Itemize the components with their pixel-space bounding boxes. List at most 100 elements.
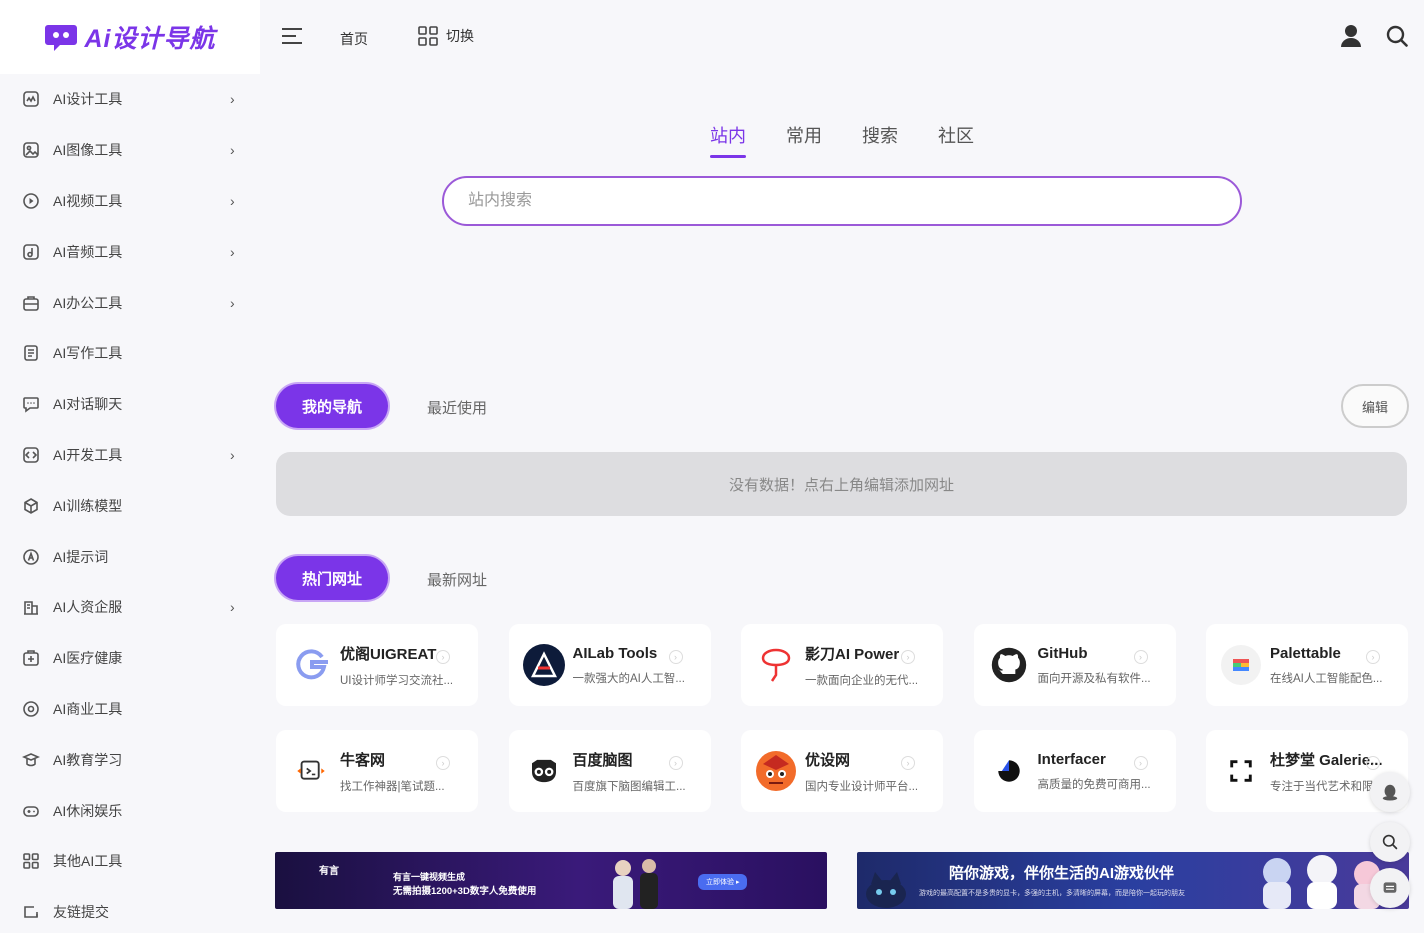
business-icon [22,700,40,718]
sidebar-item[interactable]: AI设计工具 › [0,74,260,125]
uigreat-logo [290,644,332,686]
banner-brand: 有言 [319,866,339,877]
arrow-right-circle-icon[interactable]: › [436,650,450,664]
sidebar-item-label: AI写作工具 [53,345,123,362]
arrow-right-circle-icon[interactable]: › [436,756,450,770]
search-tab[interactable]: 社区 [938,122,974,148]
tab-hot-sites[interactable]: 热门网址 [276,556,388,600]
sidebar-item-label: AI音频工具 [53,243,123,260]
site-card[interactable]: AILab Tools 一款强大的AI人工智... › [508,624,711,706]
banner-cta-button[interactable]: 立即体验 ▸ [698,874,748,890]
model-icon [22,497,40,515]
arrow-right-circle-icon[interactable]: › [668,650,683,664]
sidebar-menu: AI设计工具 › AI图像工具 › AI视频工具 › AI音频工具 › AI办公工具 › AI写作工… [0,74,260,933]
palettable-logo [1220,644,1262,686]
ad-banner-youyan[interactable]: 有言 有言一键视频生成 无需拍摄1200+3D数字人免费使用 立即体验 ▸ [275,852,827,909]
tab-my-nav[interactable]: 我的导航 [276,384,388,428]
arrow-right-circle-icon[interactable]: › [1366,650,1380,664]
chevron-right-icon: › [230,91,235,108]
sidebar-item[interactable]: AI音频工具 › [0,226,260,277]
site-card-desc: 高质量的免费可商用... [1037,778,1151,791]
video-icon [22,192,40,210]
arrow-right-circle-icon[interactable]: › [901,756,915,770]
search-box [442,176,1242,226]
sidebar-item[interactable]: AI商业工具 [0,684,260,735]
chevron-right-icon: › [230,599,235,616]
banner-line2: 无需拍摄1200+3D数字人免费使用 [393,886,537,897]
sidebar-item[interactable]: AI训练模型 [0,480,260,531]
site-logo[interactable]: Ai设计导航 [0,0,260,74]
site-card[interactable]: GitHub 面向开源及私有软件... › [973,624,1176,706]
site-card-desc: 找工作神器|笔试题... [340,780,445,793]
chevron-right-icon: › [230,192,235,209]
search-input[interactable] [444,178,1240,224]
edit-button[interactable]: 编辑 [1341,384,1409,428]
arrow-right-circle-icon[interactable]: › [1366,756,1380,770]
nav-home-link[interactable]: 首页 [340,29,368,49]
arrow-right-circle-icon[interactable]: › [668,756,683,770]
top-bar: 首页 切换 [260,0,1424,74]
site-card[interactable]: 百度脑图 百度旗下脑图编辑工... › [508,730,711,812]
banner-title: 陪你游戏，伴你生活的AI游戏伙伴 [949,865,1175,882]
dumengtang-logo [1220,750,1262,792]
writing-icon [22,344,40,362]
sidebar-item[interactable]: AI视频工具 › [0,176,260,227]
user-icon[interactable] [1340,24,1362,48]
tab-new-sites[interactable]: 最新网址 [427,569,487,590]
site-card-desc: 一款面向企业的无代... [805,674,919,687]
sidebar-item[interactable]: AI办公工具 › [0,277,260,328]
ad-banner-ai-game[interactable]: 陪你游戏，伴你生活的AI游戏伙伴 游戏的最高配置不是多贵的显卡，多强的主机，多清… [857,852,1409,909]
sidebar-item[interactable]: AI开发工具 › [0,430,260,481]
nav-switch-link[interactable]: 切换 [418,26,474,46]
sidebar-item[interactable]: AI教育学习 [0,734,260,785]
site-card-desc: 百度旗下脑图编辑工... [572,780,686,793]
tab-recent[interactable]: 最近使用 [427,397,487,418]
search-tab[interactable]: 常用 [786,122,822,148]
sidebar-item-label: AI视频工具 [53,192,123,209]
arrow-right-circle-icon[interactable]: › [1133,650,1148,664]
menu-toggle-icon[interactable] [282,26,304,46]
sidebar-item[interactable]: AI对话聊天 [0,379,260,430]
site-card[interactable]: Palettable 在线AI人工智能配色... › [1206,624,1408,706]
search-tab[interactable]: 搜索 [862,122,898,148]
sidebar-item-label: 其他AI工具 [53,853,123,870]
image-icon [22,141,40,159]
site-card-grid: 优阁UIGREAT UI设计师学习交流社... › AILab Tools 一款强大的A… [276,624,1410,812]
site-card[interactable]: 优阁UIGREAT UI设计师学习交流社... › [276,624,478,706]
uisdc-logo [755,750,797,792]
sidebar-item[interactable]: AI提示词 [0,531,260,582]
message-icon [1383,882,1397,893]
arrow-right-circle-icon[interactable]: › [1133,756,1148,770]
gamepad-icon [22,802,40,820]
logo-chat-icon [44,22,78,52]
sidebar-item[interactable]: 友链提交 [0,887,260,933]
search-icon[interactable] [1386,25,1408,47]
sidebar-item[interactable]: AI人资企服 › [0,582,260,633]
site-card[interactable]: 牛客网 找工作神器|笔试题... › [276,730,478,812]
sidebar-item[interactable]: AI写作工具 [0,328,260,379]
arrow-right-circle-icon[interactable]: › [901,650,915,664]
site-card[interactable]: Interfacer 高质量的免费可商用... › [973,730,1176,812]
search-float-button[interactable] [1370,822,1410,862]
qq-float-button[interactable] [1370,772,1410,812]
sidebar-item[interactable]: 其他AI工具 [0,836,260,887]
empty-message: 没有数据！点右上角编辑添加网址 [276,452,1407,516]
search-tab[interactable]: 站内 [710,122,746,158]
sidebar-item-label: AI图像工具 [53,142,123,159]
site-card-desc: 在线AI人工智能配色... [1270,672,1383,685]
site-card[interactable]: 影刀AI Power 一款面向企业的无代... › [741,624,943,706]
ailab-logo [522,644,565,686]
chat-float-button[interactable] [1370,868,1410,908]
sidebar-item[interactable]: AI图像工具 › [0,125,260,176]
interfacer-logo [988,750,1030,792]
site-card[interactable]: 优设网 国内专业设计师平台... › [741,730,943,812]
sidebar-item-label: AI教育学习 [53,751,123,768]
sidebar-item[interactable]: AI医疗健康 [0,633,260,684]
naotu-logo [523,750,565,792]
sidebar: Ai设计导航 AI设计工具 › AI图像工具 › AI视频工具 › AI音频工具 › AI办公工… [0,0,260,933]
sidebar-item[interactable]: AI休闲娱乐 [0,785,260,836]
banner-cat-graphic [863,868,909,909]
hr-icon [22,598,40,616]
chat-icon [22,395,40,413]
nav-switch-label: 切换 [446,28,474,44]
